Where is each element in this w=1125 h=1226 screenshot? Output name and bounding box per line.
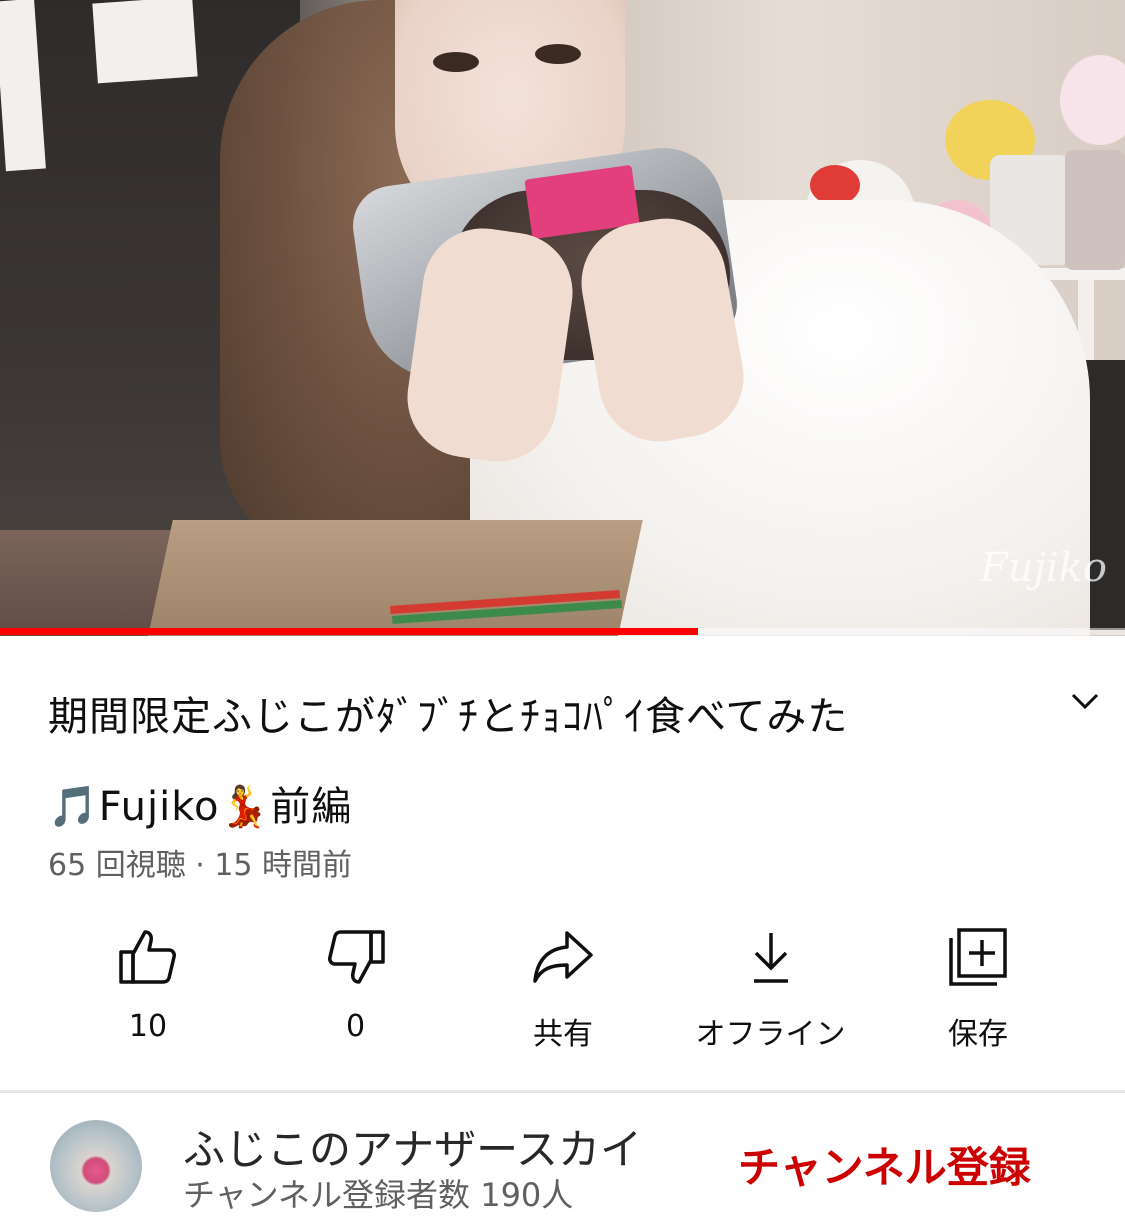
video-toy — [810, 165, 860, 205]
save-label: 保存 — [948, 1017, 1008, 1052]
channel-avatar[interactable] — [50, 1120, 142, 1212]
channel-row: ふじこのアナザースカイ チャンネル登録者数 190人 チャンネル登録 — [0, 1094, 1125, 1226]
channel-name[interactable]: ふじこのアナザースカイ — [183, 1116, 642, 1177]
video-person-eye — [535, 44, 581, 64]
video-title[interactable]: 期間限定ふじこがﾀﾞﾌﾞﾁとﾁｮｺﾊﾟｲ食べてみた 🎵Fujiko💃前編 — [48, 670, 1008, 854]
video-view-count-and-age: 65 回視聴 · 15 時間前 — [48, 848, 353, 883]
add-to-playlist-icon — [946, 925, 1010, 989]
dislike-count: 0 — [345, 1009, 366, 1044]
video-progress-fill — [0, 628, 698, 635]
expand-description-button[interactable] — [1060, 676, 1110, 726]
chevron-down-icon — [1071, 693, 1099, 710]
section-divider — [0, 1090, 1125, 1093]
download-icon — [739, 925, 803, 989]
like-button[interactable]: 10 — [48, 925, 248, 1055]
video-action-bar: 10 0 共有 オフライン 保存 — [48, 925, 1078, 1055]
video-toy — [1060, 55, 1125, 145]
video-title-line-1: 期間限定ふじこがﾀﾞﾌﾞﾁとﾁｮｺﾊﾟｲ食べてみた — [48, 694, 849, 740]
thumbs-down-icon — [324, 925, 388, 989]
video-toy — [1065, 150, 1125, 270]
dislike-button[interactable]: 0 — [256, 925, 456, 1055]
video-wall-paper — [92, 0, 198, 84]
offline-download-button[interactable]: オフライン — [671, 925, 871, 1055]
video-watermark: Fujiko — [979, 545, 1107, 591]
video-player[interactable]: Fujiko — [0, 0, 1125, 636]
offline-label: オフライン — [695, 1017, 846, 1052]
like-count: 10 — [128, 1009, 168, 1044]
share-label: 共有 — [533, 1017, 593, 1052]
subscribe-button[interactable]: チャンネル登録 — [738, 1134, 1031, 1195]
share-button[interactable]: 共有 — [463, 925, 663, 1055]
video-person-eye — [433, 52, 479, 72]
share-icon — [531, 925, 595, 989]
channel-subscriber-count: チャンネル登録者数 190人 — [183, 1176, 574, 1214]
save-to-playlist-button[interactable]: 保存 — [878, 925, 1078, 1055]
video-progress-bar[interactable] — [0, 628, 1125, 635]
thumbs-up-icon — [116, 925, 180, 989]
